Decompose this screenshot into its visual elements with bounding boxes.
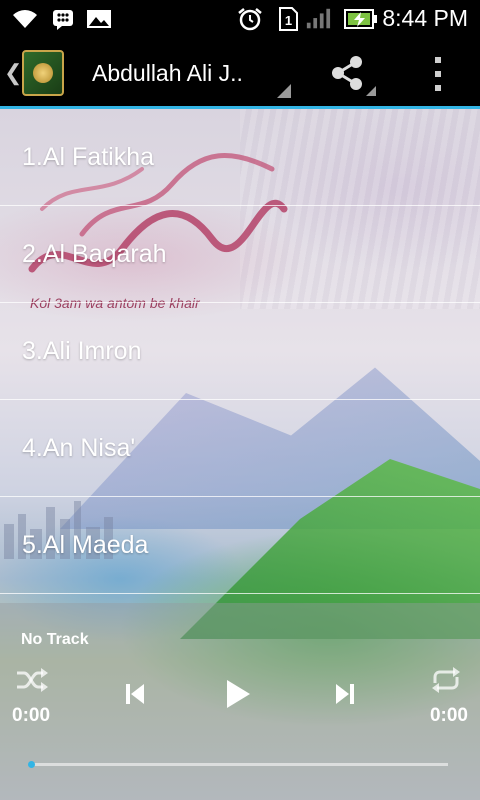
shuffle-button[interactable] [14, 665, 50, 695]
track-list: 1.Al Fatikha 2.Al Baqarah 3.Ali Imron 4.… [0, 109, 480, 594]
track-item[interactable]: 3.Ali Imron [0, 303, 480, 400]
alarm-icon [237, 7, 263, 31]
bbm-icon [50, 7, 76, 31]
track-title: 2.Al Baqarah [22, 240, 167, 268]
back-chevron-icon[interactable]: ❮ [4, 60, 22, 86]
share-icon [332, 56, 362, 90]
gallery-icon [86, 7, 112, 31]
status-bar: 1 8:44 PM [0, 0, 480, 38]
track-item[interactable]: 2.Al Baqarah [0, 206, 480, 303]
seek-thumb[interactable] [28, 761, 35, 768]
total-duration: 0:00 [429, 705, 468, 726]
share-dropdown-indicator-icon [366, 86, 376, 96]
track-list-panel: Kol 3am wa antom be khair 1.Al Fatikha 2… [0, 109, 480, 800]
shuffle-icon [17, 668, 48, 692]
track-item[interactable]: 5.Al Maeda [0, 497, 480, 594]
previous-track-button[interactable] [118, 677, 152, 711]
overflow-dot [435, 71, 441, 77]
next-track-button[interactable] [328, 677, 362, 711]
title-dropdown-indicator-icon [277, 84, 291, 98]
wifi-icon [12, 7, 38, 31]
repeat-button[interactable] [428, 665, 464, 695]
track-title: 1.Al Fatikha [22, 143, 155, 171]
sim-1-icon: 1 [275, 7, 301, 31]
overflow-menu-button[interactable] [424, 54, 452, 94]
clock: 8:44 PM [382, 5, 468, 31]
track-title: 4.An Nisa' [22, 434, 136, 462]
track-title: 3.Ali Imron [22, 337, 142, 365]
signal-icon [305, 7, 331, 31]
skip-previous-icon [126, 684, 144, 704]
play-button[interactable] [218, 673, 258, 715]
action-bar: ❮ Abdullah Ali J.. [0, 38, 480, 109]
page-title[interactable]: Abdullah Ali J.. [92, 60, 243, 87]
track-item[interactable]: 1.Al Fatikha [0, 109, 480, 206]
skip-next-icon [336, 684, 354, 704]
overflow-dot [435, 85, 441, 91]
repeat-icon [432, 667, 460, 693]
overflow-dot [435, 57, 441, 63]
play-icon [227, 680, 250, 708]
quran-seal-icon [33, 63, 53, 83]
track-title: 5.Al Maeda [22, 531, 149, 559]
player-controls: No Track 0:00 0:00 [0, 603, 480, 800]
svg-text:1: 1 [285, 13, 292, 28]
battery-charging-icon [344, 7, 378, 31]
elapsed-time: 0:00 [12, 705, 51, 726]
track-item[interactable]: 4.An Nisa' [0, 400, 480, 497]
seek-bar[interactable] [28, 761, 448, 768]
now-playing-label: No Track [21, 631, 89, 648]
app-logo[interactable] [22, 50, 64, 96]
